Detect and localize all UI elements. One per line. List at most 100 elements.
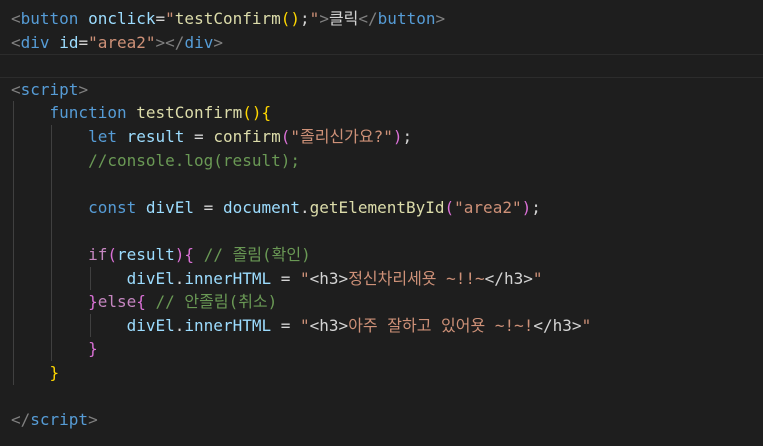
code-token: (: [280, 127, 291, 146]
code-line[interactable]: [0, 385, 763, 409]
code-token: innerHTML: [184, 315, 272, 335]
code-line[interactable]: </script>: [0, 408, 763, 432]
code-line-content: <button onclick="testConfirm();">클릭</but…: [11, 7, 445, 31]
code-line[interactable]: }: [0, 361, 763, 385]
code-line-content: let result = confirm("졸리신가요?");: [11, 125, 412, 149]
code-token: innerHTML: [184, 268, 272, 288]
code-token: =: [194, 197, 223, 217]
code-token: <: [11, 79, 21, 99]
code-line[interactable]: [0, 172, 763, 196]
code-token: function: [49, 103, 127, 123]
code-editor[interactable]: <button onclick="testConfirm();">클릭</but…: [0, 0, 763, 446]
code-token: }: [49, 363, 60, 382]
code-line-content: const divEl = document.getElementById("a…: [11, 196, 541, 220]
code-token: ": [581, 315, 592, 335]
code-line[interactable]: }: [0, 337, 763, 361]
code-line[interactable]: divEl.innerHTML = "<h3>정신차리세욧 ~!!~</h3>": [0, 266, 763, 291]
code-token: {: [261, 103, 272, 123]
code-token: </: [165, 32, 185, 52]
code-token: testConfirm: [136, 103, 243, 123]
code-token: // 안졸림(취소): [155, 292, 278, 312]
code-token: </h3>: [533, 315, 582, 335]
code-token: ;: [300, 9, 310, 28]
code-line[interactable]: const divEl = document.getElementById("a…: [0, 195, 763, 220]
code-token: =: [155, 9, 166, 28]
code-line-content: if(result){ // 졸림(확인): [11, 243, 311, 267]
indent-guide: [13, 219, 14, 243]
code-token: <h3>: [309, 315, 349, 335]
code-token: <: [11, 32, 21, 52]
code-line-content: }: [11, 361, 60, 385]
code-token: </: [358, 9, 378, 28]
code-token: (: [107, 245, 117, 264]
code-token: >: [213, 32, 223, 52]
code-token: // 졸림(확인): [203, 245, 311, 264]
code-token: (): [280, 9, 301, 28]
code-token: ": [309, 9, 320, 28]
code-line-content: </script>: [11, 408, 98, 432]
code-token: id: [59, 32, 79, 52]
code-token: =: [271, 268, 301, 288]
code-token: else: [97, 292, 137, 312]
code-line-content: <div id="area2"></div>: [11, 31, 223, 55]
code-token: =: [78, 32, 89, 52]
code-token: "졸리신가요?": [290, 127, 393, 146]
code-token: ": [165, 9, 175, 28]
code-line[interactable]: [0, 54, 763, 78]
code-token: "area2": [454, 197, 522, 217]
code-token: ;: [531, 197, 541, 217]
code-token: document: [222, 197, 301, 217]
code-line[interactable]: //console.log(result);: [0, 148, 763, 173]
code-token: >: [435, 9, 446, 28]
code-token: 클릭: [328, 9, 359, 28]
code-line[interactable]: divEl.innerHTML = "<h3>아주 잘하고 있어욧 ~!~!</…: [0, 313, 763, 338]
code-line[interactable]: [0, 219, 763, 243]
code-line[interactable]: }else{ // 안졸림(취소): [0, 290, 763, 314]
code-token: ": [300, 268, 310, 288]
code-line[interactable]: <div id="area2"></div>: [0, 31, 763, 55]
code-line[interactable]: <button onclick="testConfirm();">클릭</but…: [0, 7, 763, 31]
code-line[interactable]: <script>: [0, 78, 763, 102]
code-token: </: [11, 410, 31, 430]
code-token: div: [184, 32, 214, 52]
code-token: testConfirm: [174, 9, 281, 28]
code-token: =: [271, 315, 301, 335]
code-token: <h3>: [309, 268, 349, 288]
code-token: ): [174, 245, 185, 264]
code-token: >: [88, 410, 98, 430]
code-token: (): [242, 103, 262, 123]
code-line-content: }else{ // 안졸림(취소): [11, 290, 277, 314]
code-token: if: [88, 245, 108, 264]
code-line[interactable]: if(result){ // 졸림(확인): [0, 243, 763, 267]
code-token: confirm: [213, 127, 281, 146]
code-token: getElementById: [309, 197, 445, 217]
code-token: <: [11, 9, 21, 28]
code-token: script: [30, 410, 89, 430]
code-token: ": [532, 268, 543, 288]
code-line[interactable]: function testConfirm(){: [0, 101, 763, 125]
code-line-content: divEl.innerHTML = "<h3>아주 잘하고 있어욧 ~!~!</…: [11, 314, 592, 338]
indent-guide: [13, 172, 14, 196]
code-line[interactable]: let result = confirm("졸리신가요?");: [0, 125, 763, 149]
code-token: 아주 잘하고 있어욧 ~!~!: [348, 315, 534, 335]
code-token: >: [155, 32, 166, 52]
code-token: onclick: [88, 9, 156, 28]
code-token: .: [174, 268, 185, 288]
code-token: }: [88, 339, 98, 359]
code-line-content: }: [11, 337, 98, 361]
code-token: "area2": [88, 32, 156, 52]
code-token: //console.log(result);: [88, 150, 300, 170]
code-token: .: [300, 197, 310, 217]
indent-guide: [51, 172, 53, 196]
code-token: button: [20, 9, 79, 28]
